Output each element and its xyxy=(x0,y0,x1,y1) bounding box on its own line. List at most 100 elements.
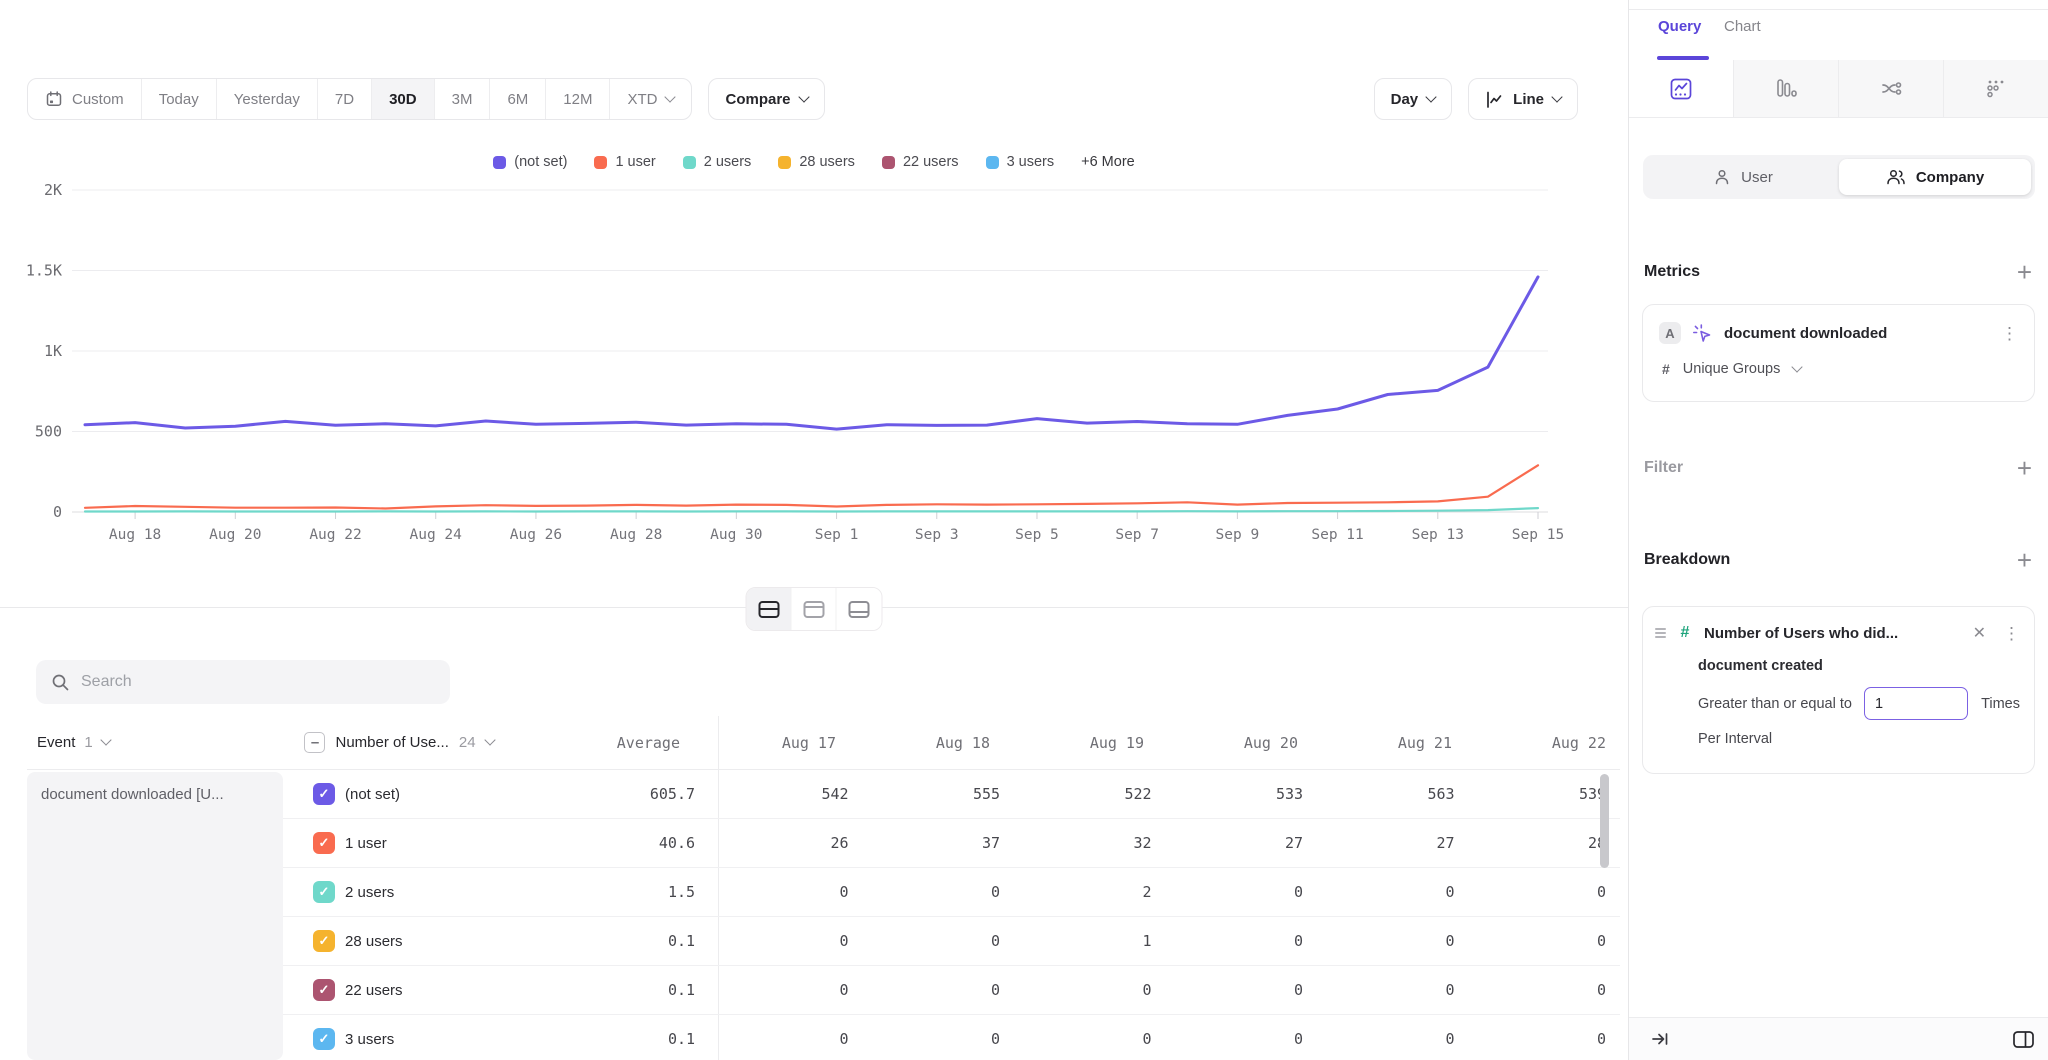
svg-text:Sep 11: Sep 11 xyxy=(1311,527,1363,543)
breakdown-kebab-menu-icon[interactable]: ⋮ xyxy=(2003,625,2020,642)
series-checkbox[interactable]: ✓ xyxy=(313,832,335,854)
value-cell: 0 xyxy=(1469,932,1620,950)
svg-text:500: 500 xyxy=(35,423,62,441)
metric-badge: A xyxy=(1659,322,1681,344)
chart-type-line-button[interactable] xyxy=(1629,60,1734,117)
svg-text:Sep 7: Sep 7 xyxy=(1115,527,1159,543)
value-cell: 0 xyxy=(1166,1030,1318,1048)
value-cell: 0 xyxy=(1317,1030,1469,1048)
close-icon[interactable]: ✕ xyxy=(1973,623,1986,643)
legend-more-button[interactable]: +6 More xyxy=(1081,154,1135,170)
range-xtd[interactable]: XTD xyxy=(610,79,691,119)
search-input[interactable] xyxy=(81,673,435,691)
series-column-header[interactable]: – Number of Use... 24 xyxy=(274,732,542,753)
breakdown-condition-row: Greater than or equal to Times xyxy=(1698,687,2020,720)
query-panel: Query Chart xyxy=(1628,0,2048,1060)
entity-company-option[interactable]: Company xyxy=(1839,159,2031,195)
drag-handle-icon[interactable] xyxy=(1655,628,1666,638)
compare-button[interactable]: Compare xyxy=(708,78,824,120)
layout-table-only-button[interactable] xyxy=(837,588,882,630)
svg-text:2K: 2K xyxy=(44,182,62,199)
chart-legend: (not set) 1 user 2 users 28 users 22 users 3 … xyxy=(0,154,1628,170)
average-cell: 1.5 xyxy=(556,883,711,901)
series-checkbox[interactable]: ✓ xyxy=(313,1028,335,1050)
svg-text:Sep 15: Sep 15 xyxy=(1512,527,1564,543)
series-label: 22 users xyxy=(345,982,403,999)
range-7d[interactable]: 7D xyxy=(318,79,372,119)
tab-chart[interactable]: Chart xyxy=(1724,18,1761,35)
bar-chart-icon xyxy=(1774,77,1798,101)
range-6m[interactable]: 6M xyxy=(490,79,546,119)
metric-card-row: A document downloaded ⋮ xyxy=(1659,322,2018,344)
svg-text:Aug 18: Aug 18 xyxy=(109,527,161,543)
legend-item[interactable]: 3 users xyxy=(986,154,1055,170)
series-cell: ✓ 22 users xyxy=(283,979,556,1001)
entity-user-option[interactable]: User xyxy=(1647,159,1839,195)
range-custom[interactable]: Custom xyxy=(28,79,142,119)
add-breakdown-button[interactable]: + xyxy=(2017,550,2032,570)
chart-type-grid-button[interactable] xyxy=(1944,60,2048,117)
series-label: (not set) xyxy=(345,786,400,803)
company-icon xyxy=(1886,168,1906,186)
svg-text:1.5K: 1.5K xyxy=(26,262,62,280)
legend-item[interactable]: 1 user xyxy=(594,154,655,170)
table-scrollbar[interactable] xyxy=(1600,774,1609,868)
chart-view-icon xyxy=(803,601,824,618)
condition-label[interactable]: Greater than or equal to xyxy=(1698,696,1852,712)
metric-measure-row[interactable]: # Unique Groups xyxy=(1659,361,2018,377)
entity-user-label: User xyxy=(1741,169,1773,186)
table-row: ✓1 user40.6263732272728 xyxy=(283,819,1620,868)
value-cell: 522 xyxy=(1014,785,1166,803)
chart-type-flow-button[interactable] xyxy=(1839,60,1944,117)
svg-text:Aug 20: Aug 20 xyxy=(209,527,261,543)
split-view-icon xyxy=(758,601,779,618)
split-panel-icon[interactable] xyxy=(2012,1029,2035,1050)
compare-label: Compare xyxy=(725,91,790,108)
results-table: Event 1 – Number of Use... 24 Average Au… xyxy=(27,716,1620,1060)
add-filter-button[interactable]: + xyxy=(2017,458,2032,478)
series-checkbox[interactable]: ✓ xyxy=(313,881,335,903)
collapse-panel-icon[interactable] xyxy=(1650,1029,1670,1049)
value-cell: 2 xyxy=(1014,883,1166,901)
chart-style-button[interactable]: Line xyxy=(1468,78,1578,120)
granularity-button[interactable]: Day xyxy=(1374,78,1453,120)
per-interval-label[interactable]: Per Interval xyxy=(1698,731,2020,747)
legend-swatch xyxy=(882,156,895,169)
breakdown-event-name[interactable]: document created xyxy=(1698,658,2020,674)
series-checkbox[interactable]: ✓ xyxy=(313,783,335,805)
metrics-heading: Metrics xyxy=(1644,263,1700,281)
range-3m[interactable]: 3M xyxy=(435,79,491,119)
value-cell: 0 xyxy=(863,981,1015,999)
range-today[interactable]: Today xyxy=(142,79,217,119)
series-checkbox[interactable]: ✓ xyxy=(313,979,335,1001)
metric-event-name: document downloaded xyxy=(1724,325,1990,342)
range-30d[interactable]: 30D xyxy=(372,79,435,119)
date-column-headers: Aug 17Aug 18Aug 19Aug 20Aug 21Aug 22 xyxy=(696,734,1620,752)
add-metric-button[interactable]: + xyxy=(2017,262,2032,282)
layout-split-button[interactable] xyxy=(747,588,792,630)
legend-label: (not set) xyxy=(514,154,567,170)
select-all-checkbox[interactable]: – xyxy=(304,732,325,753)
condition-value-input[interactable] xyxy=(1864,687,1968,720)
layout-chart-only-button[interactable] xyxy=(792,588,837,630)
event-column-header[interactable]: Event 1 xyxy=(27,734,274,751)
entity-toggle: User Company xyxy=(1643,155,2035,199)
line-chart-icon xyxy=(1669,77,1693,101)
range-yesterday[interactable]: Yesterday xyxy=(217,79,318,119)
series-checkbox[interactable]: ✓ xyxy=(313,930,335,952)
average-cell: 605.7 xyxy=(556,785,711,803)
legend-item[interactable]: 2 users xyxy=(683,154,752,170)
legend-item[interactable]: 28 users xyxy=(778,154,855,170)
series-header-label: Number of Use... xyxy=(335,734,448,751)
legend-item[interactable]: 22 users xyxy=(882,154,959,170)
metric-card[interactable]: A document downloaded ⋮ # Unique Groups xyxy=(1642,304,2035,402)
tab-query[interactable]: Query xyxy=(1658,18,1701,35)
date-column-header: Aug 19 xyxy=(1004,734,1158,752)
chart-type-bar-button[interactable] xyxy=(1734,60,1839,117)
range-12m[interactable]: 12M xyxy=(546,79,610,119)
average-column-header: Average xyxy=(543,734,696,752)
flow-chart-icon xyxy=(1879,77,1904,101)
metric-kebab-menu-icon[interactable]: ⋮ xyxy=(2001,325,2018,342)
svg-text:Sep 5: Sep 5 xyxy=(1015,527,1059,543)
legend-item[interactable]: (not set) xyxy=(493,154,567,170)
